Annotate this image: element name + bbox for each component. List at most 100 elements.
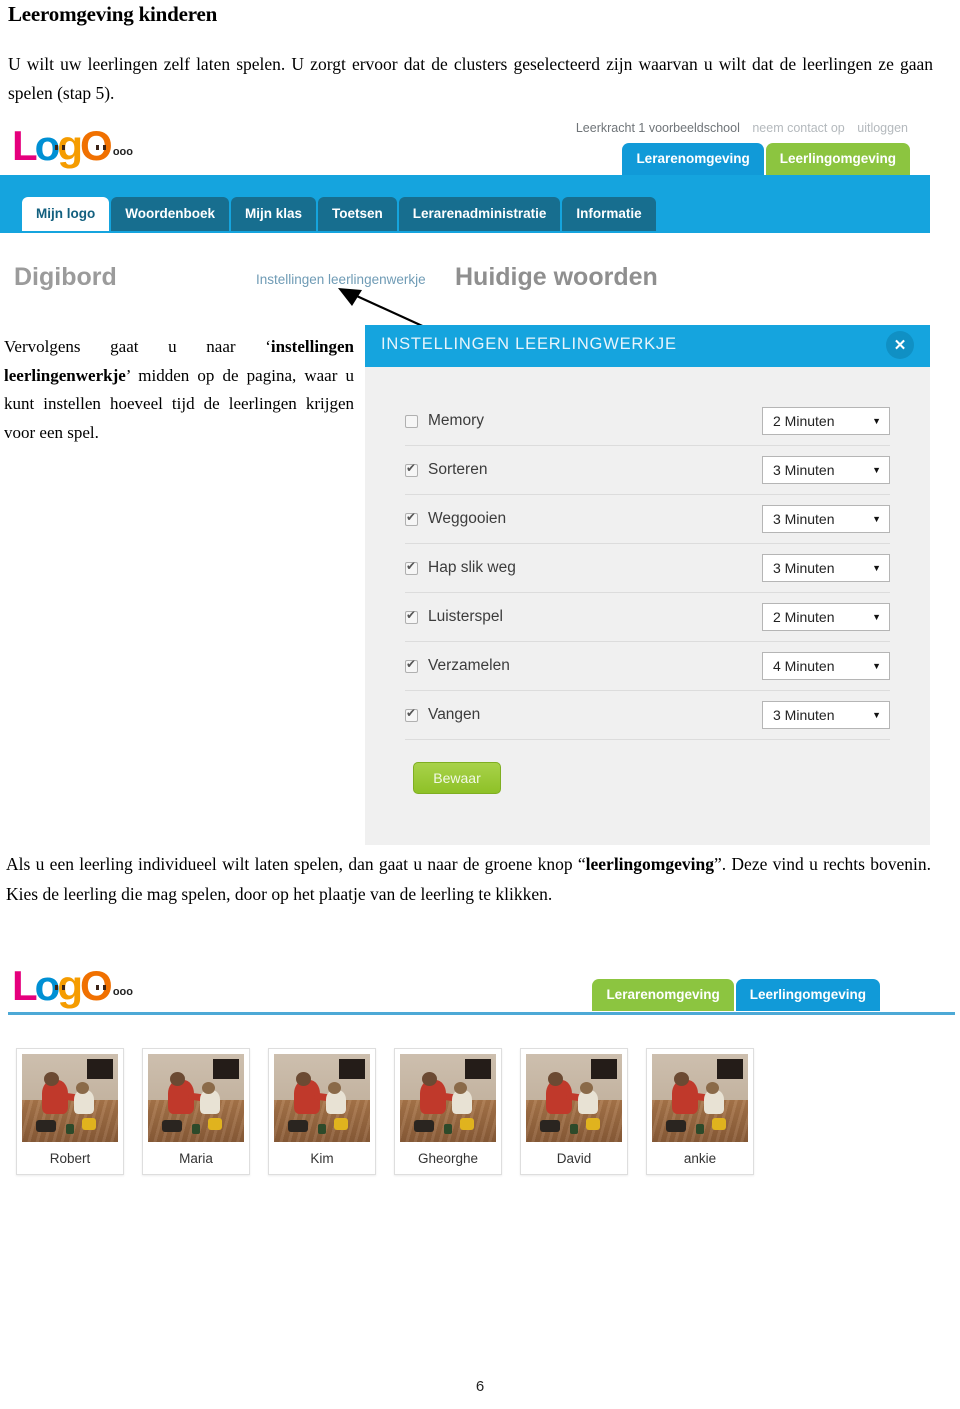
- option-label-verzamelen: Verzamelen: [428, 657, 510, 674]
- tab-leerlingomgeving[interactable]: Leerlingomgeving: [765, 143, 910, 175]
- side-paragraph-pre: Vervolgens gaat u naar ‘: [4, 337, 271, 356]
- mid-paragraph-pre: Als u een leerling individueel wilt late…: [6, 854, 586, 874]
- nav-tab-woordenboek[interactable]: Woordenboek: [111, 197, 229, 231]
- student-name: ankie: [652, 1142, 748, 1174]
- nav-tab-toetsen[interactable]: Toetsen: [318, 197, 397, 231]
- logo-child-figure-boy: [95, 985, 107, 1011]
- logo: LogO ooo: [12, 963, 137, 1015]
- duration-value-weggooien: 3 Minuten: [773, 511, 835, 527]
- student-name: David: [526, 1142, 622, 1174]
- user-name: Leerkracht 1 voorbeeldschool: [575, 121, 740, 135]
- student-card[interactable]: Maria: [142, 1048, 250, 1175]
- side-paragraph: Vervolgens gaat u naar ‘instellingen lee…: [4, 333, 354, 447]
- tab-lerarenomgeving[interactable]: Lerarenomgeving: [622, 143, 764, 175]
- duration-value-sorteren: 3 Minuten: [773, 462, 835, 478]
- chevron-down-icon: ▼: [872, 514, 881, 524]
- nav-tab-lerarenadministratie[interactable]: Lerarenadministratie: [398, 197, 561, 231]
- checkbox-memory[interactable]: [405, 414, 418, 428]
- save-button[interactable]: Bewaar: [413, 762, 501, 794]
- dialog-title: INSTELLINGEN LEERLINGWERKJE: [381, 335, 677, 353]
- duration-select-memory[interactable]: 2 Minuten ▼: [762, 407, 890, 435]
- environment-tabs: Lerarenomgeving Leerlingomgeving: [622, 143, 910, 175]
- student-card[interactable]: ankie: [646, 1048, 754, 1175]
- chevron-down-icon: ▼: [872, 563, 881, 573]
- student-card[interactable]: Robert: [16, 1048, 124, 1175]
- option-row-verzamelen: Verzamelen 4 Minuten ▼: [405, 642, 890, 691]
- duration-select-sorteren[interactable]: 3 Minuten ▼: [762, 456, 890, 484]
- student-card-grid: Robert Maria Kim Gheorghe David ankie: [16, 1048, 754, 1175]
- chevron-down-icon: ▼: [872, 416, 881, 426]
- logo-child-figure-girl: [54, 145, 66, 171]
- student-photo: [526, 1054, 622, 1142]
- logo: LogO ooo: [12, 123, 137, 175]
- option-label-hap-slik-weg: Hap slik weg: [428, 559, 516, 576]
- nav-tab-list: Mijn logo Woordenboek Mijn klas Toetsen …: [22, 197, 656, 231]
- user-bar: Leerkracht 1 voorbeeldschool neem contac…: [576, 121, 908, 135]
- duration-value-hap-slik-weg: 3 Minuten: [773, 560, 835, 576]
- header-divider: [8, 1012, 955, 1015]
- student-card[interactable]: David: [520, 1048, 628, 1175]
- student-environment-screenshot: LogO ooo Lerarenomgeving Leerlingomgevin…: [0, 955, 955, 1205]
- checkbox-hap-slik-weg[interactable]: [405, 559, 418, 575]
- chevron-down-icon: ▼: [872, 465, 881, 475]
- option-label-memory: Memory: [428, 412, 484, 429]
- duration-select-verzamelen[interactable]: 4 Minuten ▼: [762, 652, 890, 680]
- logo-child-figure-girl: [54, 985, 66, 1011]
- option-row-weggooien: Weggooien 3 Minuten ▼: [405, 495, 890, 544]
- option-row-hap-slik-weg: Hap slik weg 3 Minuten ▼: [405, 544, 890, 593]
- duration-select-weggooien[interactable]: 3 Minuten ▼: [762, 505, 890, 533]
- checkbox-vangen[interactable]: [405, 706, 418, 722]
- checkbox-sorteren[interactable]: [405, 461, 418, 477]
- environment-tabs-bottom: Lerarenomgeving Leerlingomgeving: [592, 979, 880, 1011]
- duration-select-luisterspel[interactable]: 2 Minuten ▼: [762, 603, 890, 631]
- option-row-sorteren: Sorteren 3 Minuten ▼: [405, 446, 890, 495]
- option-label-sorteren: Sorteren: [428, 461, 488, 478]
- student-photo: [400, 1054, 496, 1142]
- student-screenshot-header: LogO ooo Lerarenomgeving Leerlingomgevin…: [0, 955, 955, 1015]
- teacher-environment-screenshot: LogO ooo Leerkracht 1 voorbeeldschool ne…: [0, 115, 930, 233]
- logo-letter-l: L: [12, 122, 38, 169]
- logo-dots: ooo: [112, 986, 133, 998]
- mid-paragraph: Als u een leerling individueel wilt late…: [6, 850, 931, 909]
- checkbox-weggooien[interactable]: [405, 510, 418, 526]
- logo-letter-l: L: [12, 962, 38, 1009]
- nav-tab-mijn-logo[interactable]: Mijn logo: [22, 197, 110, 231]
- mid-paragraph-bold: leerlingomgeving: [585, 854, 714, 874]
- checkbox-verzamelen[interactable]: [405, 657, 418, 673]
- student-name: Maria: [148, 1142, 244, 1174]
- nav-tab-informatie[interactable]: Informatie: [562, 197, 656, 231]
- tab-lerarenomgeving-bottom[interactable]: Lerarenomgeving: [592, 979, 734, 1011]
- contact-link[interactable]: neem contact op: [752, 121, 844, 135]
- duration-select-vangen[interactable]: 3 Minuten ▼: [762, 701, 890, 729]
- duration-value-vangen: 3 Minuten: [773, 707, 835, 723]
- duration-value-verzamelen: 4 Minuten: [773, 658, 835, 674]
- student-photo: [22, 1054, 118, 1142]
- student-card[interactable]: Gheorghe: [394, 1048, 502, 1175]
- duration-value-luisterspel: 2 Minuten: [773, 609, 835, 625]
- settings-dialog: INSTELLINGEN LEERLINGWERKJE ✕ Memory 2 M…: [365, 325, 930, 845]
- logo-child-figure-boy: [95, 145, 107, 171]
- logout-link[interactable]: uitloggen: [857, 121, 908, 135]
- section-title-huidige-woorden: Huidige woorden: [455, 263, 658, 291]
- intro-paragraph: U wilt uw leerlingen zelf laten spelen. …: [8, 54, 933, 103]
- student-photo: [274, 1054, 370, 1142]
- student-name: Robert: [22, 1142, 118, 1174]
- logo-dots: ooo: [112, 146, 133, 158]
- student-card[interactable]: Kim: [268, 1048, 376, 1175]
- chevron-down-icon: ▼: [872, 612, 881, 622]
- student-photo: [148, 1054, 244, 1142]
- nav-tab-mijn-klas[interactable]: Mijn klas: [231, 197, 317, 231]
- chevron-down-icon: ▼: [872, 710, 881, 720]
- section-title-digibord: Digibord: [14, 263, 117, 291]
- page-title: Leeromgeving kinderen: [8, 2, 218, 26]
- dialog-body: Memory 2 Minuten ▼ Sorteren 3 Minuten ▼ …: [365, 367, 930, 794]
- option-row-memory: Memory 2 Minuten ▼: [405, 397, 890, 446]
- student-photo: [652, 1054, 748, 1142]
- dialog-header: INSTELLINGEN LEERLINGWERKJE ✕: [365, 325, 930, 367]
- checkbox-luisterspel[interactable]: [405, 608, 418, 624]
- duration-value-memory: 2 Minuten: [773, 413, 835, 429]
- duration-select-hap-slik-weg[interactable]: 3 Minuten ▼: [762, 554, 890, 582]
- close-icon[interactable]: ✕: [886, 331, 914, 359]
- tab-leerlingomgeving-bottom[interactable]: Leerlingomgeving: [735, 979, 880, 1011]
- main-navigation-bar: Mijn logo Woordenboek Mijn klas Toetsen …: [0, 175, 930, 233]
